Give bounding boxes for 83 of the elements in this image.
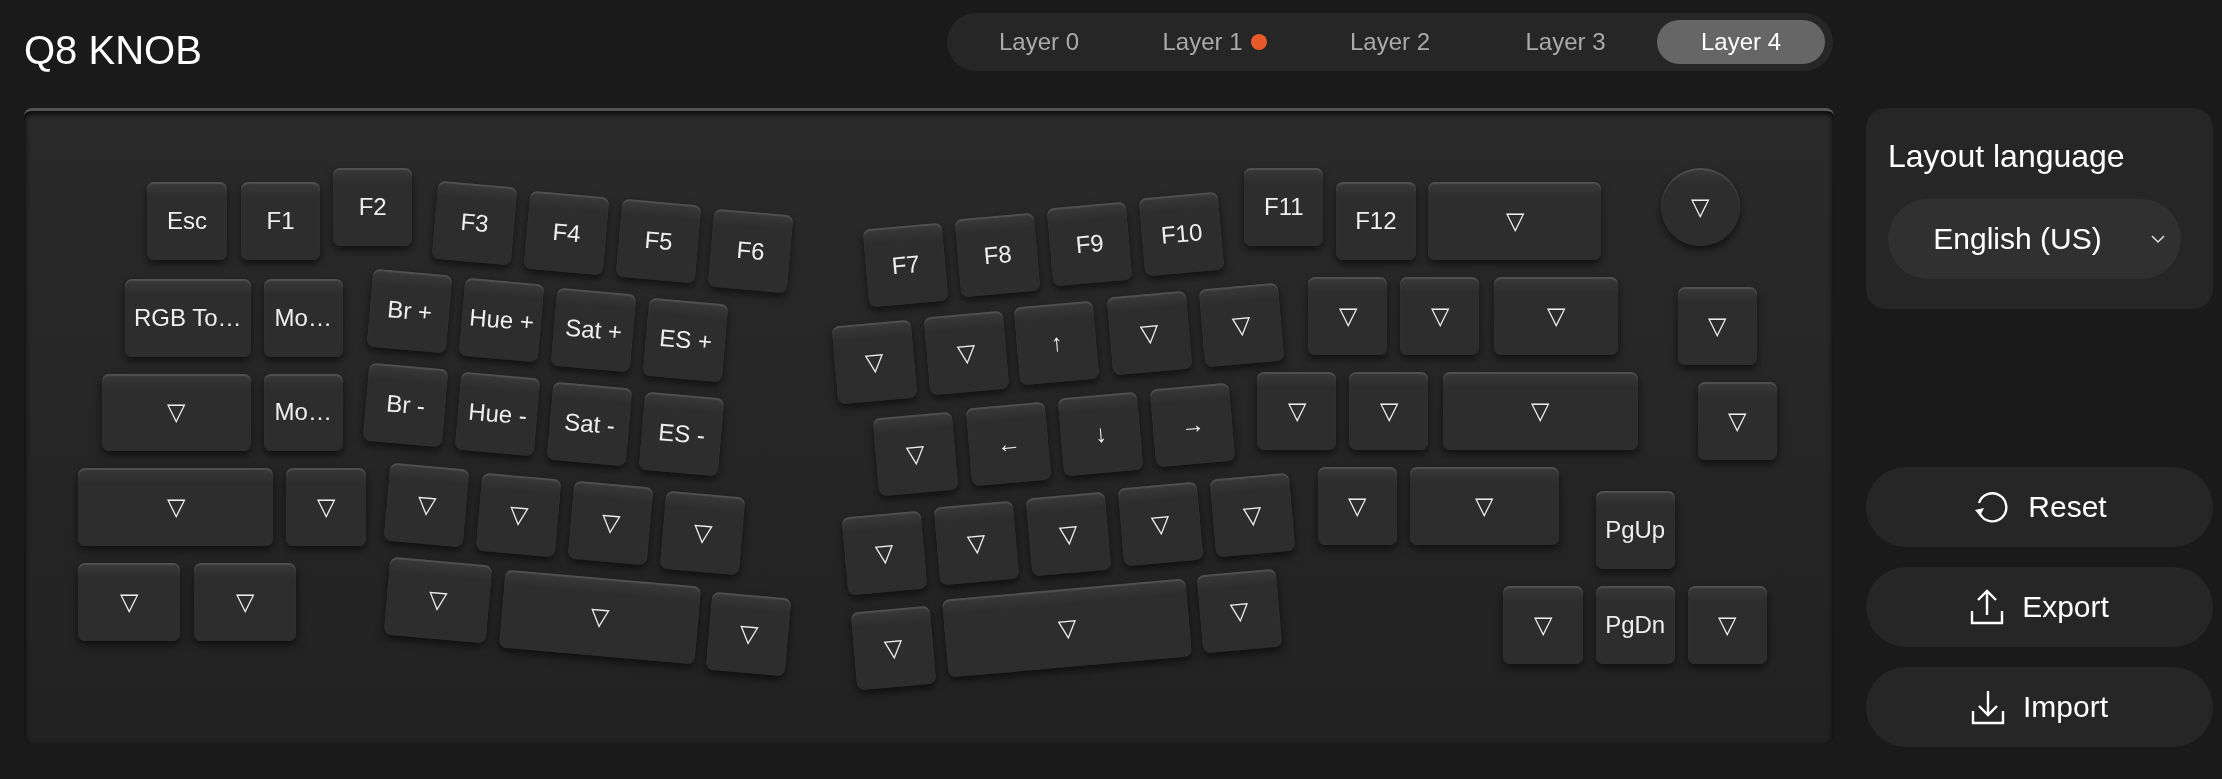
- key[interactable]: ▽: [1198, 282, 1285, 367]
- key[interactable]: ←: [965, 401, 1052, 486]
- key[interactable]: ▽: [1196, 568, 1283, 654]
- download-icon: [1971, 689, 2005, 725]
- key[interactable]: F10: [1138, 191, 1225, 277]
- key[interactable]: ▽: [1677, 287, 1758, 365]
- key[interactable]: F5: [615, 198, 702, 284]
- key[interactable]: ▽: [1256, 372, 1337, 451]
- key[interactable]: PgDn: [1595, 586, 1675, 664]
- key[interactable]: F11: [1244, 168, 1324, 246]
- key[interactable]: F2: [333, 168, 413, 246]
- key[interactable]: ▽: [1697, 382, 1777, 460]
- key[interactable]: ▽: [77, 468, 274, 547]
- key[interactable]: ↑: [1014, 300, 1100, 386]
- key[interactable]: ▽: [1317, 467, 1398, 545]
- key[interactable]: ▽: [1493, 277, 1619, 356]
- key[interactable]: F9: [1046, 201, 1133, 287]
- key[interactable]: ▽: [1428, 182, 1602, 261]
- key[interactable]: ▽: [1442, 372, 1639, 451]
- key[interactable]: PgUp: [1595, 491, 1675, 570]
- key[interactable]: Sat +: [550, 288, 637, 373]
- export-button[interactable]: Export: [1866, 567, 2213, 647]
- knob[interactable]: ▽: [1660, 168, 1741, 246]
- key[interactable]: Mo…: [263, 278, 343, 357]
- chevron-down-icon: [2151, 235, 2165, 244]
- key[interactable]: ▽: [942, 578, 1192, 678]
- language-select[interactable]: English (US): [1888, 199, 2181, 279]
- key[interactable]: F4: [523, 190, 610, 275]
- key[interactable]: ▽: [383, 556, 493, 643]
- key[interactable]: ▽: [851, 605, 938, 690]
- layer-tab[interactable]: Layer 4: [1657, 20, 1825, 64]
- key[interactable]: Br -: [362, 363, 449, 448]
- key[interactable]: F8: [954, 212, 1041, 298]
- key[interactable]: Esc: [147, 182, 227, 261]
- key[interactable]: →: [1150, 383, 1237, 468]
- key[interactable]: ▽: [1117, 482, 1204, 567]
- key[interactable]: ▽: [1400, 277, 1480, 356]
- key[interactable]: ES +: [642, 297, 729, 383]
- key[interactable]: ES -: [638, 391, 725, 477]
- import-button[interactable]: Import: [1866, 667, 2213, 747]
- key[interactable]: Hue -: [454, 371, 541, 457]
- key[interactable]: ▽: [1209, 472, 1296, 557]
- key[interactable]: F12: [1336, 182, 1416, 261]
- layer-tab[interactable]: Layer 2: [1306, 20, 1474, 64]
- key[interactable]: ▽: [705, 591, 792, 676]
- key[interactable]: ▽: [102, 373, 251, 452]
- key[interactable]: ▽: [77, 563, 180, 642]
- key[interactable]: F3: [431, 180, 518, 265]
- key[interactable]: F1: [240, 182, 321, 261]
- key[interactable]: F6: [708, 208, 794, 294]
- key[interactable]: ▽: [1503, 586, 1583, 664]
- reset-button[interactable]: Reset: [1866, 467, 2213, 547]
- key[interactable]: ▽: [286, 468, 366, 547]
- key[interactable]: ▽: [1025, 492, 1112, 577]
- key[interactable]: ▽: [475, 472, 562, 557]
- key[interactable]: Mo…: [263, 373, 343, 452]
- key[interactable]: Hue +: [458, 278, 545, 363]
- key[interactable]: ▽: [194, 563, 297, 642]
- language-label: Layout language: [1888, 138, 2126, 175]
- key[interactable]: ▽: [933, 500, 1020, 586]
- layer-tab[interactable]: Layer 1: [1130, 20, 1299, 64]
- key[interactable]: ▽: [1687, 586, 1767, 664]
- key[interactable]: ▽: [659, 490, 746, 576]
- key[interactable]: ▽: [1409, 467, 1559, 545]
- key[interactable]: F7: [862, 222, 949, 308]
- upload-icon: [1970, 589, 2005, 625]
- layer-tab[interactable]: Layer 3: [1481, 20, 1650, 64]
- key[interactable]: ▽: [1348, 372, 1429, 451]
- key[interactable]: ▽: [1307, 277, 1388, 356]
- key[interactable]: ▽: [567, 480, 654, 566]
- key[interactable]: ▽: [872, 411, 959, 496]
- key[interactable]: ▽: [383, 462, 470, 547]
- key[interactable]: ▽: [923, 310, 1010, 396]
- key[interactable]: ▽: [1106, 290, 1193, 376]
- layer-tab[interactable]: Layer 0: [955, 20, 1123, 64]
- key[interactable]: ↓: [1058, 391, 1144, 477]
- key[interactable]: ▽: [841, 510, 928, 596]
- app-title: Q8 KNOB: [24, 28, 202, 73]
- key[interactable]: Sat -: [546, 381, 633, 467]
- key[interactable]: ▽: [498, 569, 701, 664]
- key[interactable]: RGB To…: [124, 278, 251, 357]
- key[interactable]: Br +: [366, 268, 453, 353]
- key[interactable]: ▽: [831, 319, 918, 404]
